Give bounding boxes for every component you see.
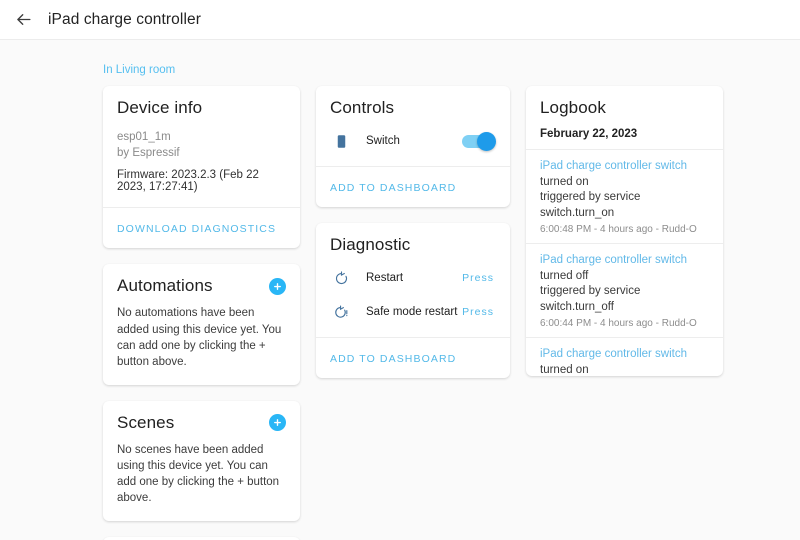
logbook-trigger: triggered by service switch.turn_off	[540, 285, 641, 313]
add-scene-button[interactable]	[269, 414, 286, 431]
list-item[interactable]: iPad charge controller switch turned on …	[526, 337, 723, 376]
entity-name-restart: Restart	[366, 272, 404, 284]
app-bar: iPad charge controller	[0, 0, 800, 40]
restart-alert-icon	[330, 305, 352, 320]
table-row: Restart Press	[330, 261, 496, 295]
controls-title: Controls	[330, 98, 395, 117]
add-automation-button[interactable]	[269, 277, 286, 295]
logbook-trigger: triggered by service switch.turn_on	[540, 191, 641, 219]
arrow-left-icon	[14, 10, 33, 29]
area-link[interactable]: In Living room	[103, 64, 175, 76]
column-right: Logbook February 22, 2023 iPad charge co…	[526, 86, 723, 376]
logbook-action: turned on	[540, 363, 589, 376]
switch-toggle[interactable]	[462, 131, 496, 151]
controls-add-to-dashboard-button[interactable]: Add to dashboard	[330, 182, 456, 194]
logbook-entity-link[interactable]: iPad charge controller switch	[540, 254, 687, 266]
device-info-card: Device info esp01_1m by Espressif Firmwa…	[103, 86, 300, 249]
restart-press-button[interactable]: Press	[462, 272, 496, 284]
device-info-title: Device info	[117, 98, 203, 117]
device-page: In Living room Device info esp01_1m by E…	[0, 40, 800, 540]
device-model: esp01_1m	[117, 131, 171, 143]
list-item[interactable]: iPad charge controller switch turned off…	[526, 243, 723, 337]
light-switch-icon	[330, 134, 352, 149]
logbook-card: Logbook February 22, 2023 iPad charge co…	[526, 86, 723, 376]
scenes-card: Scenes No scenes have been added using t…	[103, 400, 300, 521]
back-button[interactable]	[10, 7, 36, 33]
restart-icon	[330, 270, 352, 286]
page-title: iPad charge controller	[48, 10, 201, 28]
plus-icon	[272, 281, 283, 292]
safe-mode-restart-press-button[interactable]: Press	[462, 306, 496, 318]
automations-empty-text: No automations have been added using thi…	[117, 307, 282, 369]
logbook-entity-link[interactable]: iPad charge controller switch	[540, 160, 687, 172]
logbook-action: turned off	[540, 269, 589, 282]
device-firmware: Firmware: 2023.2.3 (Feb 22 2023, 17:27:4…	[117, 169, 259, 194]
diagnostic-card: Diagnostic Restart Press Safe mode resta…	[316, 223, 510, 378]
scenes-title: Scenes	[117, 412, 175, 432]
entity-name-safe-mode-restart: Safe mode restart	[366, 306, 458, 318]
toggle-knob	[477, 131, 496, 151]
download-diagnostics-button[interactable]: Download diagnostics	[117, 223, 276, 235]
logbook-action: turned on	[540, 175, 589, 188]
device-manufacturer: by Espressif	[117, 147, 180, 160]
diagnostic-title: Diagnostic	[330, 235, 411, 254]
automations-card: Automations No automations have been add…	[103, 264, 300, 385]
automations-title: Automations	[117, 276, 213, 296]
logbook-meta: 6:00:48 PM - 4 hours ago - Rudd-O	[540, 224, 697, 236]
logbook-meta: 6:00:44 PM - 4 hours ago - Rudd-O	[540, 318, 697, 330]
controls-card: Controls Switch ADD TO DASHBOARD	[316, 86, 510, 207]
cards-grid: Device info esp01_1m by Espressif Firmwa…	[0, 86, 800, 540]
list-item[interactable]: iPad charge controller switch turned on …	[526, 149, 723, 243]
logbook-title: Logbook	[540, 98, 606, 117]
column-middle: Controls Switch ADD TO DASHBOARD Diagnos…	[316, 86, 510, 378]
logbook-entity-link[interactable]: iPad charge controller switch	[540, 348, 687, 360]
column-left: Device info esp01_1m by Espressif Firmwa…	[103, 86, 300, 540]
logbook-date-header: February 22, 2023	[540, 128, 638, 140]
entity-name-switch: Switch	[366, 135, 400, 147]
table-row: Switch	[330, 124, 496, 158]
plus-icon	[272, 417, 283, 428]
scenes-empty-text: No scenes have been added using this dev…	[117, 443, 280, 505]
diagnostic-add-to-dashboard-button[interactable]: Add to dashboard	[330, 353, 456, 365]
table-row: Safe mode restart Press	[330, 295, 496, 329]
